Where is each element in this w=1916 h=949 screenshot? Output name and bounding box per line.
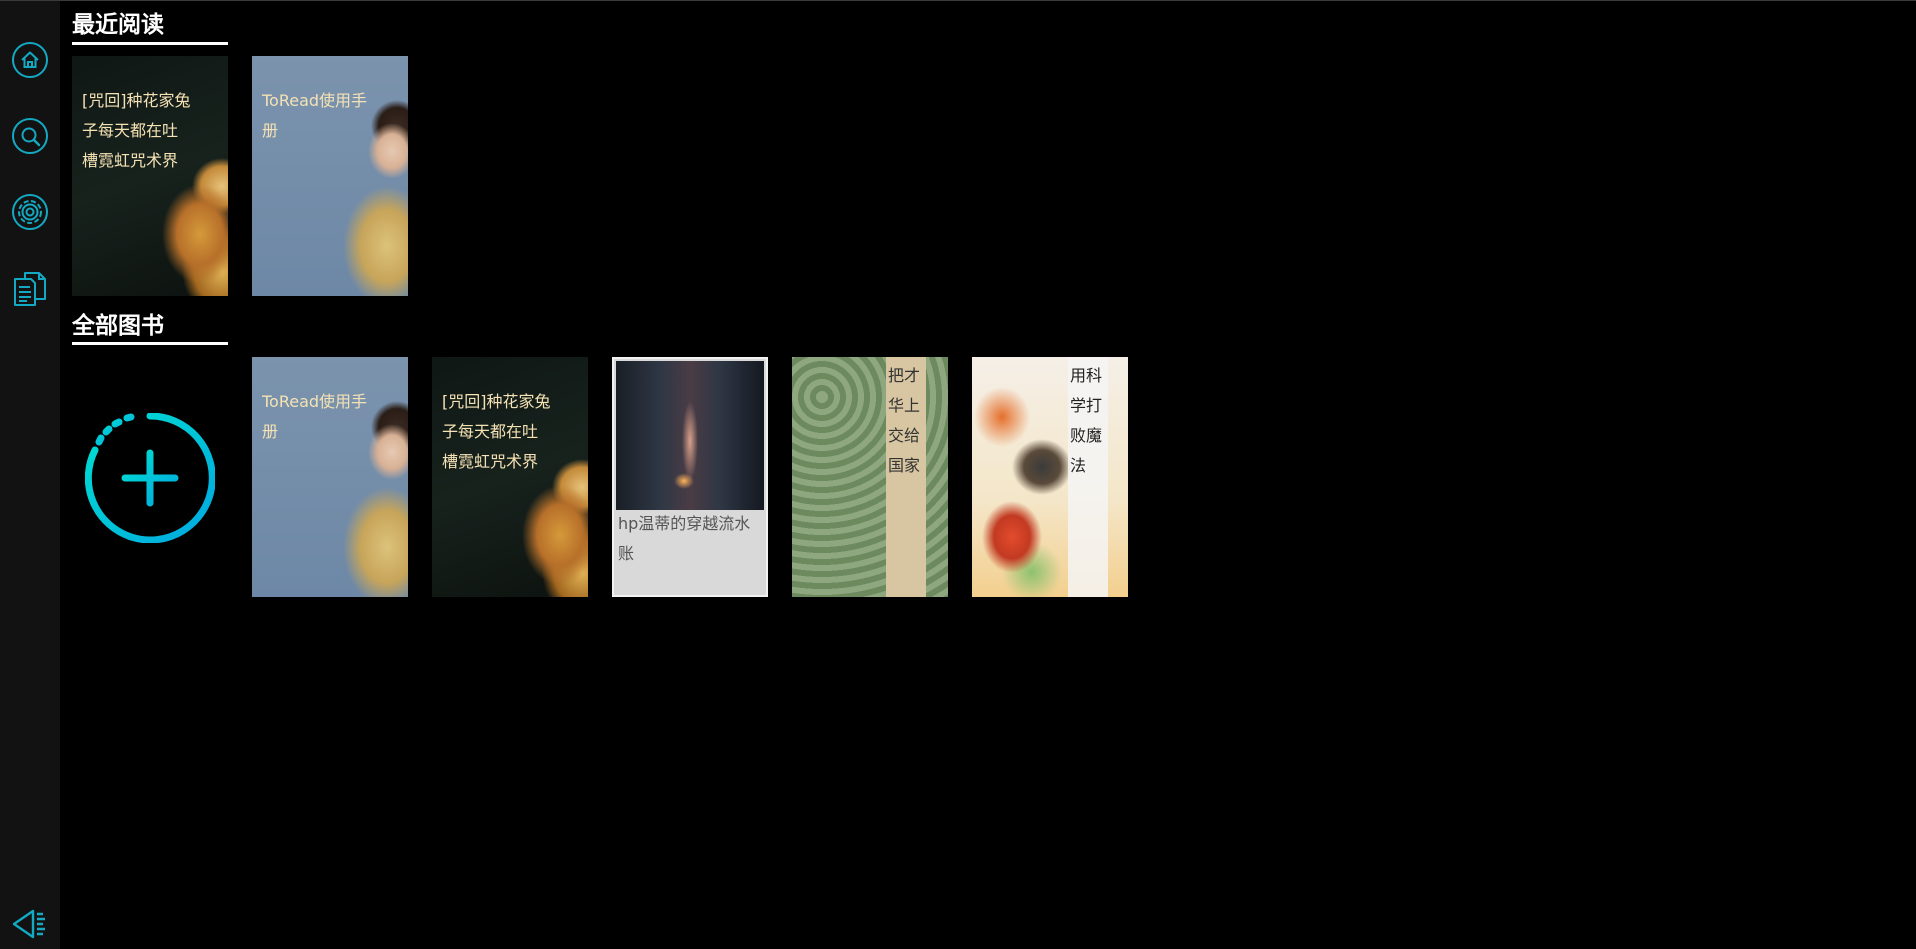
home-icon xyxy=(12,42,48,78)
book-talent-to-nation[interactable]: 把才华上交给国家 xyxy=(792,357,948,597)
all-books-title-underline xyxy=(72,342,228,345)
document-icon xyxy=(14,272,46,306)
recent-book-jujutsu[interactable]: [咒回]种花家兔子每天都在吐槽霓虹咒术界 xyxy=(72,56,228,296)
sidebar-item-settings[interactable] xyxy=(11,193,49,231)
gear-icon xyxy=(12,194,48,230)
book-hp-wendy[interactable]: hp温蒂的穿越流水账 xyxy=(612,357,768,597)
sidebar-item-documents[interactable] xyxy=(11,269,49,307)
book-title: ToRead使用手册 xyxy=(262,392,368,441)
book-toread[interactable]: ToRead使用手册 xyxy=(252,357,408,597)
collapse-icon xyxy=(12,909,45,939)
sidebar-item-search[interactable] xyxy=(11,117,49,155)
book-cover-image xyxy=(616,361,764,510)
recent-book-toread[interactable]: ToRead使用手册 xyxy=(252,56,408,296)
sidebar xyxy=(0,1,60,949)
collapse-sidebar-button[interactable] xyxy=(11,905,49,943)
add-book-icon xyxy=(85,413,215,543)
book-title: [咒回]种花家兔子每天都在吐槽霓虹咒术界 xyxy=(442,392,551,471)
book-title: [咒回]种花家兔子每天都在吐槽霓虹咒术界 xyxy=(82,91,191,170)
recent-section-title: 最近阅读 xyxy=(72,12,164,38)
search-icon xyxy=(12,118,48,154)
top-border xyxy=(0,0,1916,1)
book-title: hp温蒂的穿越流水账 xyxy=(618,514,751,563)
all-books-section-title: 全部图书 xyxy=(72,313,164,339)
book-title: 把才华上交给国家 xyxy=(888,366,921,475)
recent-title-underline xyxy=(72,42,228,45)
sidebar-item-home[interactable] xyxy=(11,41,49,79)
book-jujutsu[interactable]: [咒回]种花家兔子每天都在吐槽霓虹咒术界 xyxy=(432,357,588,597)
book-title: ToRead使用手册 xyxy=(262,91,368,140)
add-book-button[interactable] xyxy=(72,357,228,597)
book-title: 用科学打败魔法 xyxy=(1070,366,1103,475)
book-science-beats-magic[interactable]: 用科学打败魔法 xyxy=(972,357,1128,597)
